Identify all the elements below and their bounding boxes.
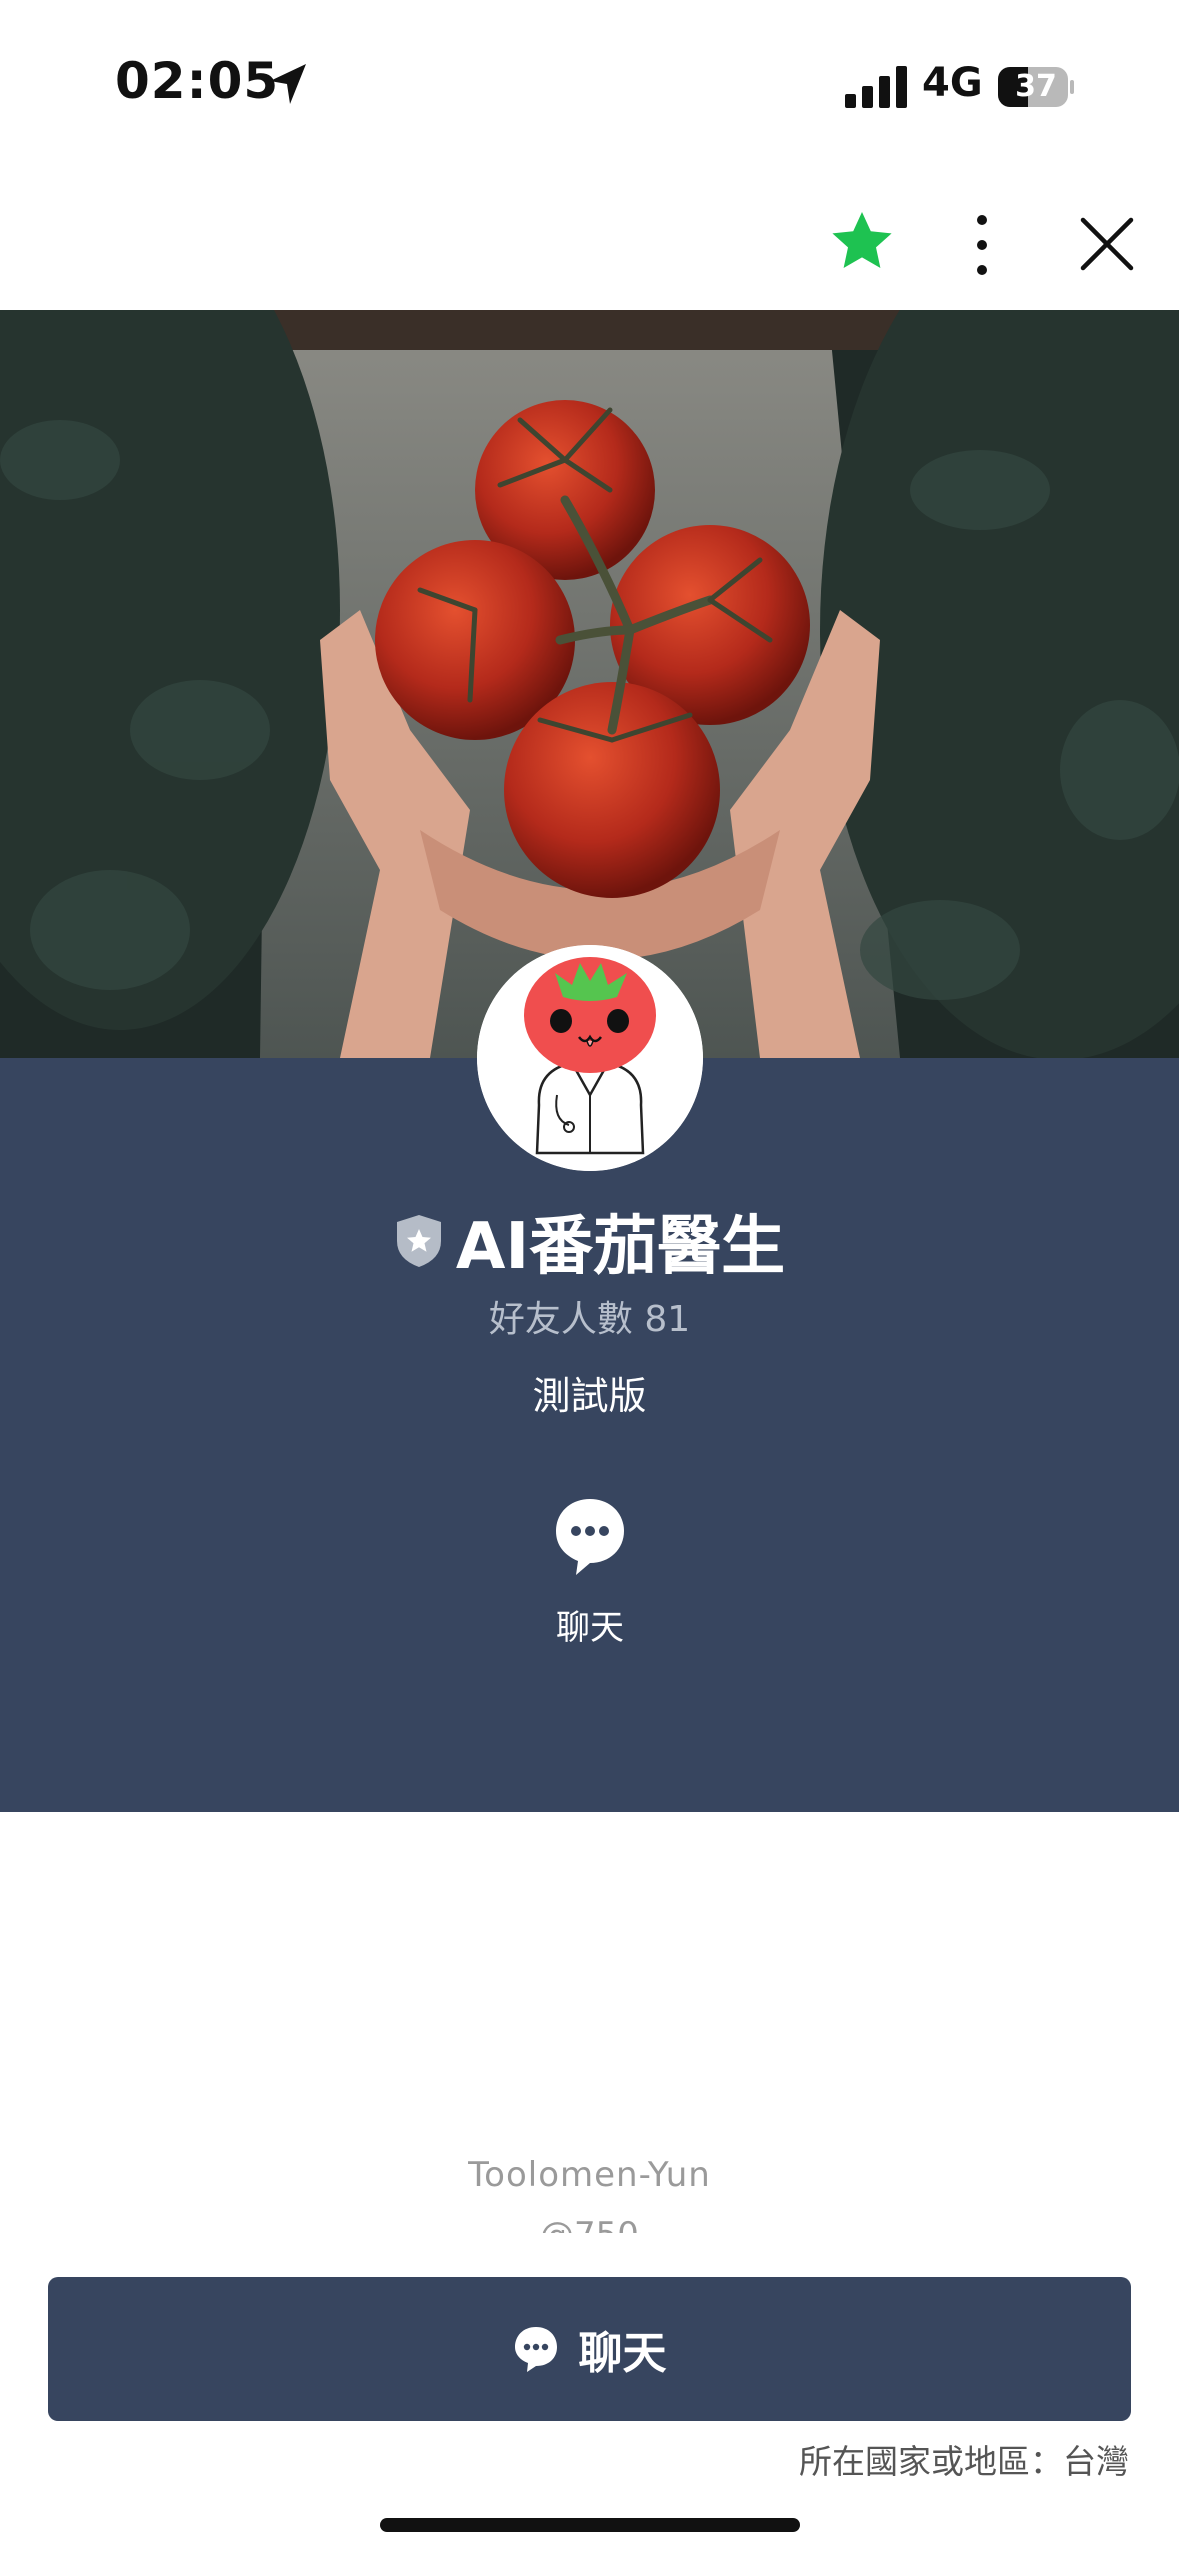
status-time: 02:05 — [115, 52, 280, 110]
chat-button[interactable]: 聊天 — [48, 2277, 1131, 2421]
star-icon — [832, 212, 892, 268]
line-id-clip: @750 — [0, 2215, 1179, 2233]
friend-count-label: 好友人數 — [488, 1299, 633, 1340]
status-message: 測試版 — [532, 1374, 647, 1418]
profile-panel — [0, 1058, 1179, 1812]
status-bar: 02:05 4G 37 — [0, 0, 1179, 170]
chat-bubble-icon — [514, 2327, 557, 2372]
chat-bubble-icon — [556, 1499, 624, 1575]
region-info: 所在國家或地區：台灣 — [799, 2435, 1129, 2483]
line-id: @750 — [0, 2215, 1179, 2233]
account-owner: Toolomen-Yun — [468, 2155, 711, 2195]
close-button[interactable] — [1078, 215, 1136, 273]
friend-count-value: 81 — [644, 1299, 691, 1340]
profile-name-row: AI番茄醫生 — [0, 1196, 1179, 1286]
shield-badge-icon — [396, 1215, 441, 1267]
network-type: 4G — [922, 60, 983, 106]
favorite-star-button[interactable] — [828, 208, 896, 276]
more-options-button[interactable] — [962, 210, 1002, 280]
chat-button-label: 聊天 — [578, 2328, 667, 2379]
more-vertical-icon — [977, 215, 987, 275]
avatar[interactable] — [477, 945, 703, 1171]
battery-level: 37 — [1015, 69, 1057, 104]
tomato-doctor-avatar — [477, 945, 703, 1171]
friend-count: 好友人數 81 — [0, 1290, 1179, 1342]
profile-name: AI番茄醫生 — [455, 1210, 786, 1284]
location-arrow-icon — [270, 64, 306, 104]
close-icon — [1080, 217, 1134, 271]
region-label: 所在國家或地區： — [799, 2442, 1063, 2481]
home-indicator[interactable] — [380, 2518, 800, 2532]
region-value: 台灣 — [1063, 2442, 1129, 2481]
cellular-signal-icon — [845, 66, 907, 108]
chat-action-button[interactable]: 聊天 — [540, 1495, 640, 1655]
chat-action-label: 聊天 — [556, 1608, 624, 1648]
